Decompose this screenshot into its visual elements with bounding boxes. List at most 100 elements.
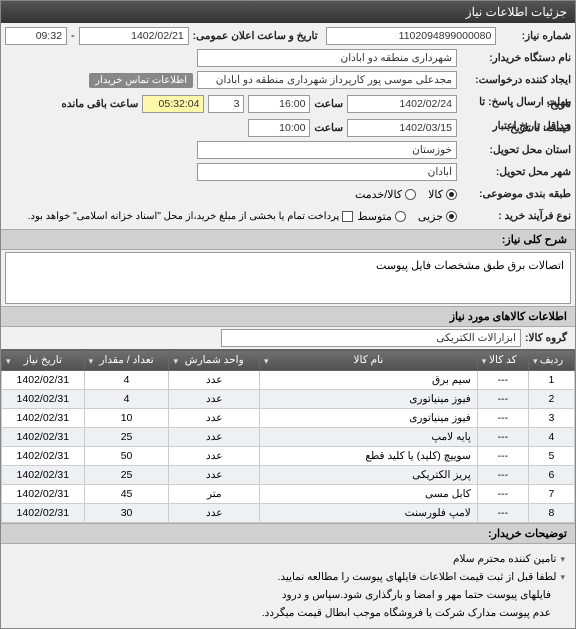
cell-unit: عدد: [169, 371, 260, 390]
province-label: استان محل تحویل:: [461, 144, 571, 156]
cell-idx: 2: [528, 390, 574, 409]
valid-hour-field[interactable]: [248, 119, 310, 137]
valid-date-field[interactable]: [347, 119, 457, 137]
col-date[interactable]: تاریخ نیاز▾: [2, 350, 85, 371]
proc-note-check[interactable]: پرداخت تمام یا بخشی از مبلغ خرید،از محل …: [28, 211, 354, 222]
radio-med[interactable]: متوسط: [357, 210, 406, 223]
note-line: ▾لطفا قبل از ثبت قیمت اطلاعات فایلهای پی…: [11, 568, 565, 586]
cell-date: 1402/02/31: [2, 485, 85, 504]
rem-suffix: ساعت باقی مانده: [61, 98, 138, 110]
desc-box[interactable]: اتصالات برق طبق مشخصات فایل پیوست: [5, 252, 571, 304]
col-code[interactable]: کد کالا▾: [477, 350, 528, 371]
cell-code: ---: [477, 390, 528, 409]
cell-date: 1402/02/31: [2, 409, 85, 428]
cell-idx: 5: [528, 447, 574, 466]
rem-time-field[interactable]: [142, 95, 204, 113]
col-qty[interactable]: تعداد / مقدار▾: [84, 350, 169, 371]
cell-unit: عدد: [169, 466, 260, 485]
items-title: اطلاعات کالاهای مورد نیاز: [1, 306, 575, 327]
items-table: ردیف▾ کد کالا▾ نام کالا▾ واحد شمارش▾ تعد…: [1, 349, 575, 523]
cell-code: ---: [477, 409, 528, 428]
cell-qty: 30: [84, 504, 169, 523]
note-line: فایلهای پیوست حتما مهر و امضا و بارگذاری…: [11, 586, 565, 604]
req-no-label: شماره نیاز:: [500, 30, 571, 42]
ann-date-field[interactable]: [79, 27, 189, 45]
table-row[interactable]: 8---لامپ فلورسنتعدد301402/02/31: [2, 504, 575, 523]
buyer-field[interactable]: [197, 49, 457, 67]
table-row[interactable]: 3---فیوز مینیاتوریعدد101402/02/31: [2, 409, 575, 428]
ann-time-field[interactable]: [5, 27, 67, 45]
checkbox-icon: [342, 211, 353, 222]
cell-idx: 3: [528, 409, 574, 428]
reply-hour-field[interactable]: [248, 95, 310, 113]
province-field[interactable]: [197, 141, 457, 159]
note-line: ▾تامین کننده محترم سلام: [11, 550, 565, 568]
cell-qty: 25: [84, 428, 169, 447]
note-line: عدم پیوست مدارک شرکت یا فروشگاه موجب ابط…: [11, 604, 565, 622]
table-row[interactable]: 6---پریز الکتریکیعدد251402/02/31: [2, 466, 575, 485]
table-row[interactable]: 5---سوییچ (کلید) یا کلید قطععدد501402/02…: [2, 447, 575, 466]
table-row[interactable]: 4---پایه لامپعدد251402/02/31: [2, 428, 575, 447]
table-row[interactable]: 1---سیم برقعدد41402/02/31: [2, 371, 575, 390]
cell-qty: 50: [84, 447, 169, 466]
cell-date: 1402/02/31: [2, 371, 85, 390]
cell-idx: 4: [528, 428, 574, 447]
cell-date: 1402/02/31: [2, 428, 85, 447]
sort-icon: ▾: [173, 356, 178, 367]
city-label: شهر محل تحویل:: [461, 166, 571, 178]
cell-idx: 6: [528, 466, 574, 485]
table-row[interactable]: 2---فیوز مینیاتوریعدد41402/02/31: [2, 390, 575, 409]
radio-goods[interactable]: کالا: [428, 188, 457, 201]
window-title: جزئیات اطلاعات نیاز: [466, 5, 567, 19]
triangle-icon: ▾: [560, 568, 565, 586]
cell-name: سیم برق: [260, 371, 478, 390]
cell-unit: عدد: [169, 409, 260, 428]
cell-name: فیوز مینیاتوری: [260, 409, 478, 428]
radio-minor[interactable]: جزیی: [418, 210, 457, 223]
cell-qty: 4: [84, 390, 169, 409]
valid-label-b: قیمت: تا تاریخ:: [461, 122, 571, 134]
radio-service[interactable]: کالا/خدمت: [355, 188, 416, 201]
cell-date: 1402/02/31: [2, 447, 85, 466]
group-label: گروه کالا:: [525, 332, 567, 344]
col-name[interactable]: نام کالا▾: [260, 350, 478, 371]
cell-name: سوییچ (کلید) یا کلید قطع: [260, 447, 478, 466]
sort-icon: ▾: [89, 356, 94, 367]
proc-radio-group: جزیی متوسط: [357, 210, 457, 223]
radio-dot-icon: [405, 189, 416, 200]
radio-dot-icon: [446, 211, 457, 222]
cell-date: 1402/02/31: [2, 390, 85, 409]
cell-date: 1402/02/31: [2, 504, 85, 523]
hour-label-1: ساعت: [314, 98, 343, 110]
class-label: طبقه بندی موضوعی:: [461, 188, 571, 200]
reply-date-field[interactable]: [347, 95, 457, 113]
city-field[interactable]: [197, 163, 457, 181]
cell-idx: 8: [528, 504, 574, 523]
contact-chip[interactable]: اطلاعات تماس خریدار: [89, 73, 193, 88]
sort-icon: ▾: [264, 356, 269, 367]
cell-idx: 1: [528, 371, 574, 390]
col-idx[interactable]: ردیف▾: [528, 350, 574, 371]
cell-code: ---: [477, 447, 528, 466]
creator-field[interactable]: [197, 71, 457, 89]
radio-dot-icon: [395, 211, 406, 222]
col-unit[interactable]: واحد شمارش▾: [169, 350, 260, 371]
cell-qty: 25: [84, 466, 169, 485]
req-no-field[interactable]: [326, 27, 497, 45]
cell-code: ---: [477, 485, 528, 504]
cell-qty: 45: [84, 485, 169, 504]
creator-label: ایجاد کننده درخواست:: [461, 74, 571, 86]
group-field[interactable]: [221, 329, 521, 347]
rem-days-field[interactable]: [208, 95, 244, 113]
cell-qty: 4: [84, 371, 169, 390]
table-row[interactable]: 7---کابل مسیمتر451402/02/31: [2, 485, 575, 504]
buyer-label: نام دستگاه خریدار:: [461, 52, 571, 64]
ann-dt-label: تاریخ و ساعت اعلان عمومی:: [193, 30, 318, 42]
cell-unit: متر: [169, 485, 260, 504]
cell-date: 1402/02/31: [2, 466, 85, 485]
hour-label-2: ساعت: [314, 122, 343, 134]
cell-unit: عدد: [169, 504, 260, 523]
cell-code: ---: [477, 466, 528, 485]
triangle-icon: ▾: [560, 550, 565, 568]
buyer-notes-title: توضیحات خریدار:: [1, 523, 575, 544]
